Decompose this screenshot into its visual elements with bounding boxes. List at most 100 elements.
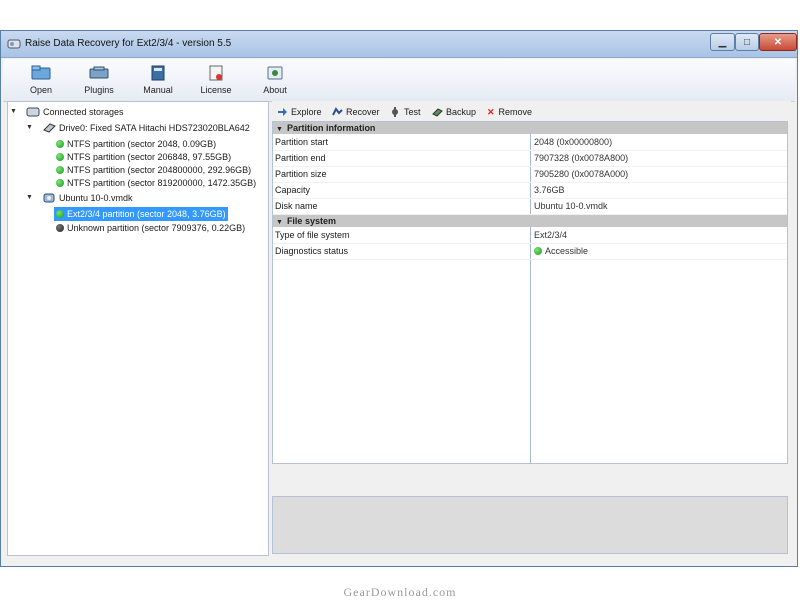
about-label: About	[263, 85, 287, 95]
partition-label: Unknown partition (sector 7909376, 0.22G…	[67, 223, 246, 233]
recover-button[interactable]: Recover	[332, 105, 380, 119]
tree-item-partition[interactable]: NTFS partition (sector 206848, 97.55GB)	[56, 150, 231, 164]
explore-label: Explore	[291, 107, 322, 117]
storage-tree[interactable]: ▼ Connected storages ▼ Drive0: Fixed SAT…	[7, 101, 269, 556]
open-label: Open	[29, 85, 53, 95]
plugins-label: Plugins	[84, 85, 114, 95]
details-pane: Explore Recover Test Backup ✕ Remove ▼ Par…	[272, 101, 791, 556]
property-row[interactable]: Partition start 2048 (0x00000800)	[273, 134, 787, 151]
license-button[interactable]: License	[196, 62, 236, 100]
license-label: License	[200, 85, 232, 95]
backup-label: Backup	[446, 107, 477, 117]
remove-button[interactable]: ✕ Remove	[487, 105, 532, 119]
watermark: GearDownload.com	[343, 585, 457, 599]
property-row[interactable]: Partition end 7907328 (0x0078A800)	[273, 150, 787, 167]
section-file-system[interactable]: ▼ File system	[273, 215, 787, 227]
status-green-icon	[56, 166, 64, 174]
storages-icon	[26, 107, 40, 117]
arrow-right-icon	[278, 108, 287, 116]
tree-root-label: Connected storages	[43, 107, 124, 117]
recover-label: Recover	[346, 107, 380, 117]
tree-item-partition[interactable]: NTFS partition (sector 819200000, 1472.3…	[56, 176, 256, 190]
tree-item-partition[interactable]: Unknown partition (sector 7909376, 0.22G…	[56, 221, 245, 235]
tree-item-partition[interactable]: NTFS partition (sector 2048, 0.09GB)	[56, 137, 216, 151]
partition-label: NTFS partition (sector 204800000, 292.96…	[67, 165, 252, 175]
minimize-button[interactable]: ▁	[710, 33, 735, 51]
plugins-button[interactable]: Plugins	[79, 62, 119, 100]
status-green-icon	[56, 153, 64, 161]
status-dark-icon	[56, 224, 64, 232]
partition-label: NTFS partition (sector 819200000, 1472.3…	[67, 178, 257, 188]
test-icon	[392, 107, 398, 117]
status-green-icon	[56, 179, 64, 187]
plugins-icon	[89, 66, 109, 79]
property-key: Type of file system	[275, 230, 350, 240]
manual-label: Manual	[143, 85, 173, 95]
tree-item-partition-selected[interactable]: Ext2/3/4 partition (sector 2048, 3.76GB)	[54, 207, 228, 221]
status-bar	[1, 560, 797, 566]
hard-drive-icon	[43, 123, 56, 133]
maximize-button[interactable]: □	[735, 33, 759, 51]
open-folder-icon	[31, 65, 51, 80]
property-value: Ubuntu 10-0.vmdk	[534, 201, 608, 211]
partition-label: NTFS partition (sector 2048, 0.09GB)	[67, 139, 217, 149]
remove-x-icon: ✕	[487, 107, 495, 117]
property-key: Diagnostics status	[275, 246, 349, 256]
property-value: Accessible	[534, 243, 588, 259]
manual-book-icon	[151, 65, 165, 81]
backup-button[interactable]: Backup	[432, 105, 476, 119]
property-value: 2048 (0x00000800)	[534, 137, 613, 147]
backup-disk-icon	[432, 108, 443, 117]
section-partition-information[interactable]: ▼ Partition information	[273, 122, 787, 134]
status-green-icon	[56, 210, 64, 218]
property-row[interactable]: Partition size 7905280 (0x0078A000)	[273, 166, 787, 183]
property-value: Ext2/3/4	[534, 230, 568, 240]
collapse-arrow-icon[interactable]: ▼	[276, 126, 283, 133]
status-green-icon	[534, 247, 542, 255]
action-toolbar: Explore Recover Test Backup ✕ Remove	[272, 101, 791, 121]
collapse-arrow-icon[interactable]: ▼	[276, 219, 283, 226]
about-icon	[267, 66, 283, 80]
about-button[interactable]: About	[255, 62, 295, 100]
property-key: Partition end	[275, 153, 326, 163]
section-title: File system	[286, 216, 336, 226]
app-window: Raise Data Recovery for Ext2/3/4 - versi…	[0, 30, 798, 567]
recover-icon	[332, 107, 343, 116]
property-row[interactable]: Type of file system Ext2/3/4	[273, 227, 787, 244]
close-button[interactable]: ✕	[759, 33, 797, 51]
license-icon	[209, 65, 223, 81]
property-key: Capacity	[275, 185, 311, 195]
property-key: Partition size	[275, 169, 327, 179]
manual-button[interactable]: Manual	[138, 62, 178, 100]
title-bar[interactable]: Raise Data Recovery for Ext2/3/4 - versi…	[1, 31, 797, 58]
status-green-icon	[56, 140, 64, 148]
test-button[interactable]: Test	[390, 105, 421, 119]
disk-image-icon	[43, 193, 55, 203]
drive0-label: Drive0: Fixed SATA Hitachi HDS723020BLA6…	[59, 123, 250, 133]
status-text: Accessible	[545, 246, 589, 256]
properties-grid: ▼ Partition information Partition start 20…	[272, 121, 788, 464]
property-key: Partition start	[275, 137, 329, 147]
partition-label: NTFS partition (sector 206848, 97.55GB)	[67, 152, 232, 162]
expand-arrow-icon[interactable]: ▼	[10, 105, 18, 119]
explore-button[interactable]: Explore	[277, 105, 322, 119]
open-button[interactable]: Open	[21, 62, 61, 100]
main-toolbar: Open Plugins Manual License About	[3, 59, 795, 102]
tree-item-partition[interactable]: NTFS partition (sector 204800000, 292.96…	[56, 163, 251, 177]
property-key: Disk name	[275, 201, 318, 211]
property-value: 3.76GB	[534, 185, 565, 195]
detail-panel	[272, 496, 788, 554]
app-logo-icon	[7, 39, 21, 49]
remove-label: Remove	[498, 107, 533, 117]
property-row[interactable]: Disk name Ubuntu 10-0.vmdk	[273, 198, 787, 215]
property-row[interactable]: Diagnostics status Accessible	[273, 243, 787, 260]
partition-label: Ext2/3/4 partition (sector 2048, 3.76GB)	[67, 209, 226, 219]
expand-arrow-icon[interactable]: ▼	[26, 121, 34, 135]
test-label: Test	[404, 107, 421, 117]
property-row[interactable]: Capacity 3.76GB	[273, 182, 787, 199]
vmdk-label: Ubuntu 10-0.vmdk	[59, 193, 133, 203]
property-value: 7905280 (0x0078A000)	[534, 169, 629, 179]
expand-arrow-icon[interactable]: ▼	[26, 191, 34, 205]
section-title: Partition information	[286, 123, 376, 133]
property-value: 7907328 (0x0078A800)	[534, 153, 629, 163]
